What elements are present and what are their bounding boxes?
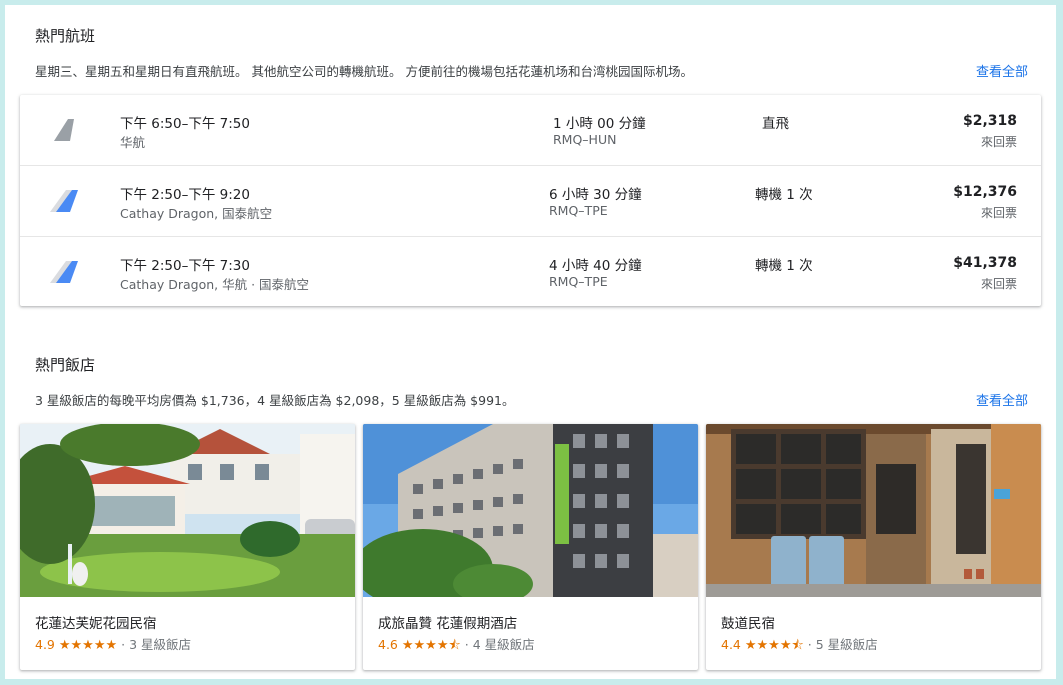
hotel-class: · 4 星級飯店 [464,637,535,652]
flight-row[interactable]: 下午 6:50–下午 7:50 华航 1 小時 00 分鐘 RMQ–HUN 直飛… [20,95,1041,165]
flight-stops: 直飛 [762,116,789,132]
flight-route: RMQ–TPE [549,274,608,289]
star-rating-icon: ★★★★★ [58,638,118,653]
flights-section-description: 星期三、星期五和星期日有直飛航班。 其他航空公司的轉機航班。 方便前往的機場包括… [35,64,693,79]
flight-price-type: 來回票 [980,277,1017,291]
hotel-class: · 3 星級飯店 [121,637,192,652]
hotel-photo [363,424,698,597]
hotel-score: 4.9 [35,637,55,652]
hotel-rating: 4.4 ★★★★⯪ · 5 星級飯店 [721,634,878,658]
hotel-photo [20,424,355,597]
flight-airline: 华航 [120,135,146,150]
hotel-score: 4.6 [378,637,398,652]
star-rating-icon: ★★★★⯪ [744,638,804,653]
hotels-view-all-link[interactable]: 查看全部 [976,390,1028,409]
flight-duration: 4 小時 40 分鐘 [549,258,642,274]
hotel-name: 成旅晶贊 花蓮假期酒店 [378,616,518,632]
flight-row[interactable]: 下午 2:50–下午 7:30 Cathay Dragon, 华航 · 国泰航空… [20,236,1041,307]
flights-view-all-link[interactable]: 查看全部 [976,61,1028,80]
flight-price: $2,318 [962,113,1017,129]
multi-airline-tail-icon [50,261,78,283]
flight-duration: 1 小時 00 分鐘 [553,116,646,132]
flight-duration: 6 小時 30 分鐘 [549,187,642,203]
flight-airline: Cathay Dragon, 华航 · 国泰航空 [120,277,310,292]
flight-price: $41,378 [953,255,1017,271]
flight-route: RMQ–HUN [553,132,617,147]
hotel-photo [706,424,1041,597]
flight-time: 下午 2:50–下午 9:20 [120,187,250,203]
flight-time: 下午 2:50–下午 7:30 [120,258,250,274]
hotel-score: 4.4 [721,637,741,652]
hotel-card[interactable]: 成旅晶贊 花蓮假期酒店 4.6 ★★★★⯪ · 4 星級飯店 [363,424,698,670]
flight-row[interactable]: 下午 2:50–下午 9:20 Cathay Dragon, 国泰航空 6 小時… [20,165,1041,236]
hotels-section-description: 3 星級飯店的每晚平均房價為 $1,736，4 星級飯店為 $2,098，5 星… [35,393,515,408]
hotel-name: 花蓮达芙妮花园民宿 [35,616,157,632]
flight-price-type: 來回票 [980,206,1017,220]
airline-tail-icon [54,119,74,141]
flight-stops: 轉機 1 次 [755,258,813,274]
hotel-card[interactable]: 鼓道民宿 4.4 ★★★★⯪ · 5 星級飯店 [706,424,1041,670]
flight-stops: 轉機 1 次 [755,187,813,203]
hotel-card[interactable]: 花蓮达芙妮花园民宿 4.9 ★★★★★ · 3 星級飯店 [20,424,355,670]
hotel-name: 鼓道民宿 [721,616,775,632]
hotels-section-title: 熱門飯店 [35,356,96,374]
hotel-rating: 4.9 ★★★★★ · 3 星級飯店 [35,634,191,653]
flight-price: $12,376 [953,184,1017,200]
multi-airline-tail-icon [50,190,78,212]
star-rating-icon: ★★★★⯪ [401,638,461,653]
flight-airline: Cathay Dragon, 国泰航空 [120,206,273,221]
flight-price-type: 來回票 [980,135,1017,149]
flight-route: RMQ–TPE [549,203,608,218]
flight-time: 下午 6:50–下午 7:50 [120,116,250,132]
flights-section-title: 熱門航班 [35,27,96,45]
content-panel: 熱門航班 星期三、星期五和星期日有直飛航班。 其他航空公司的轉機航班。 方便前往… [5,5,1056,679]
flights-list: 下午 6:50–下午 7:50 华航 1 小時 00 分鐘 RMQ–HUN 直飛… [20,95,1041,306]
hotel-rating: 4.6 ★★★★⯪ · 4 星級飯店 [378,634,535,658]
hotel-class: · 5 星級飯店 [807,637,878,652]
